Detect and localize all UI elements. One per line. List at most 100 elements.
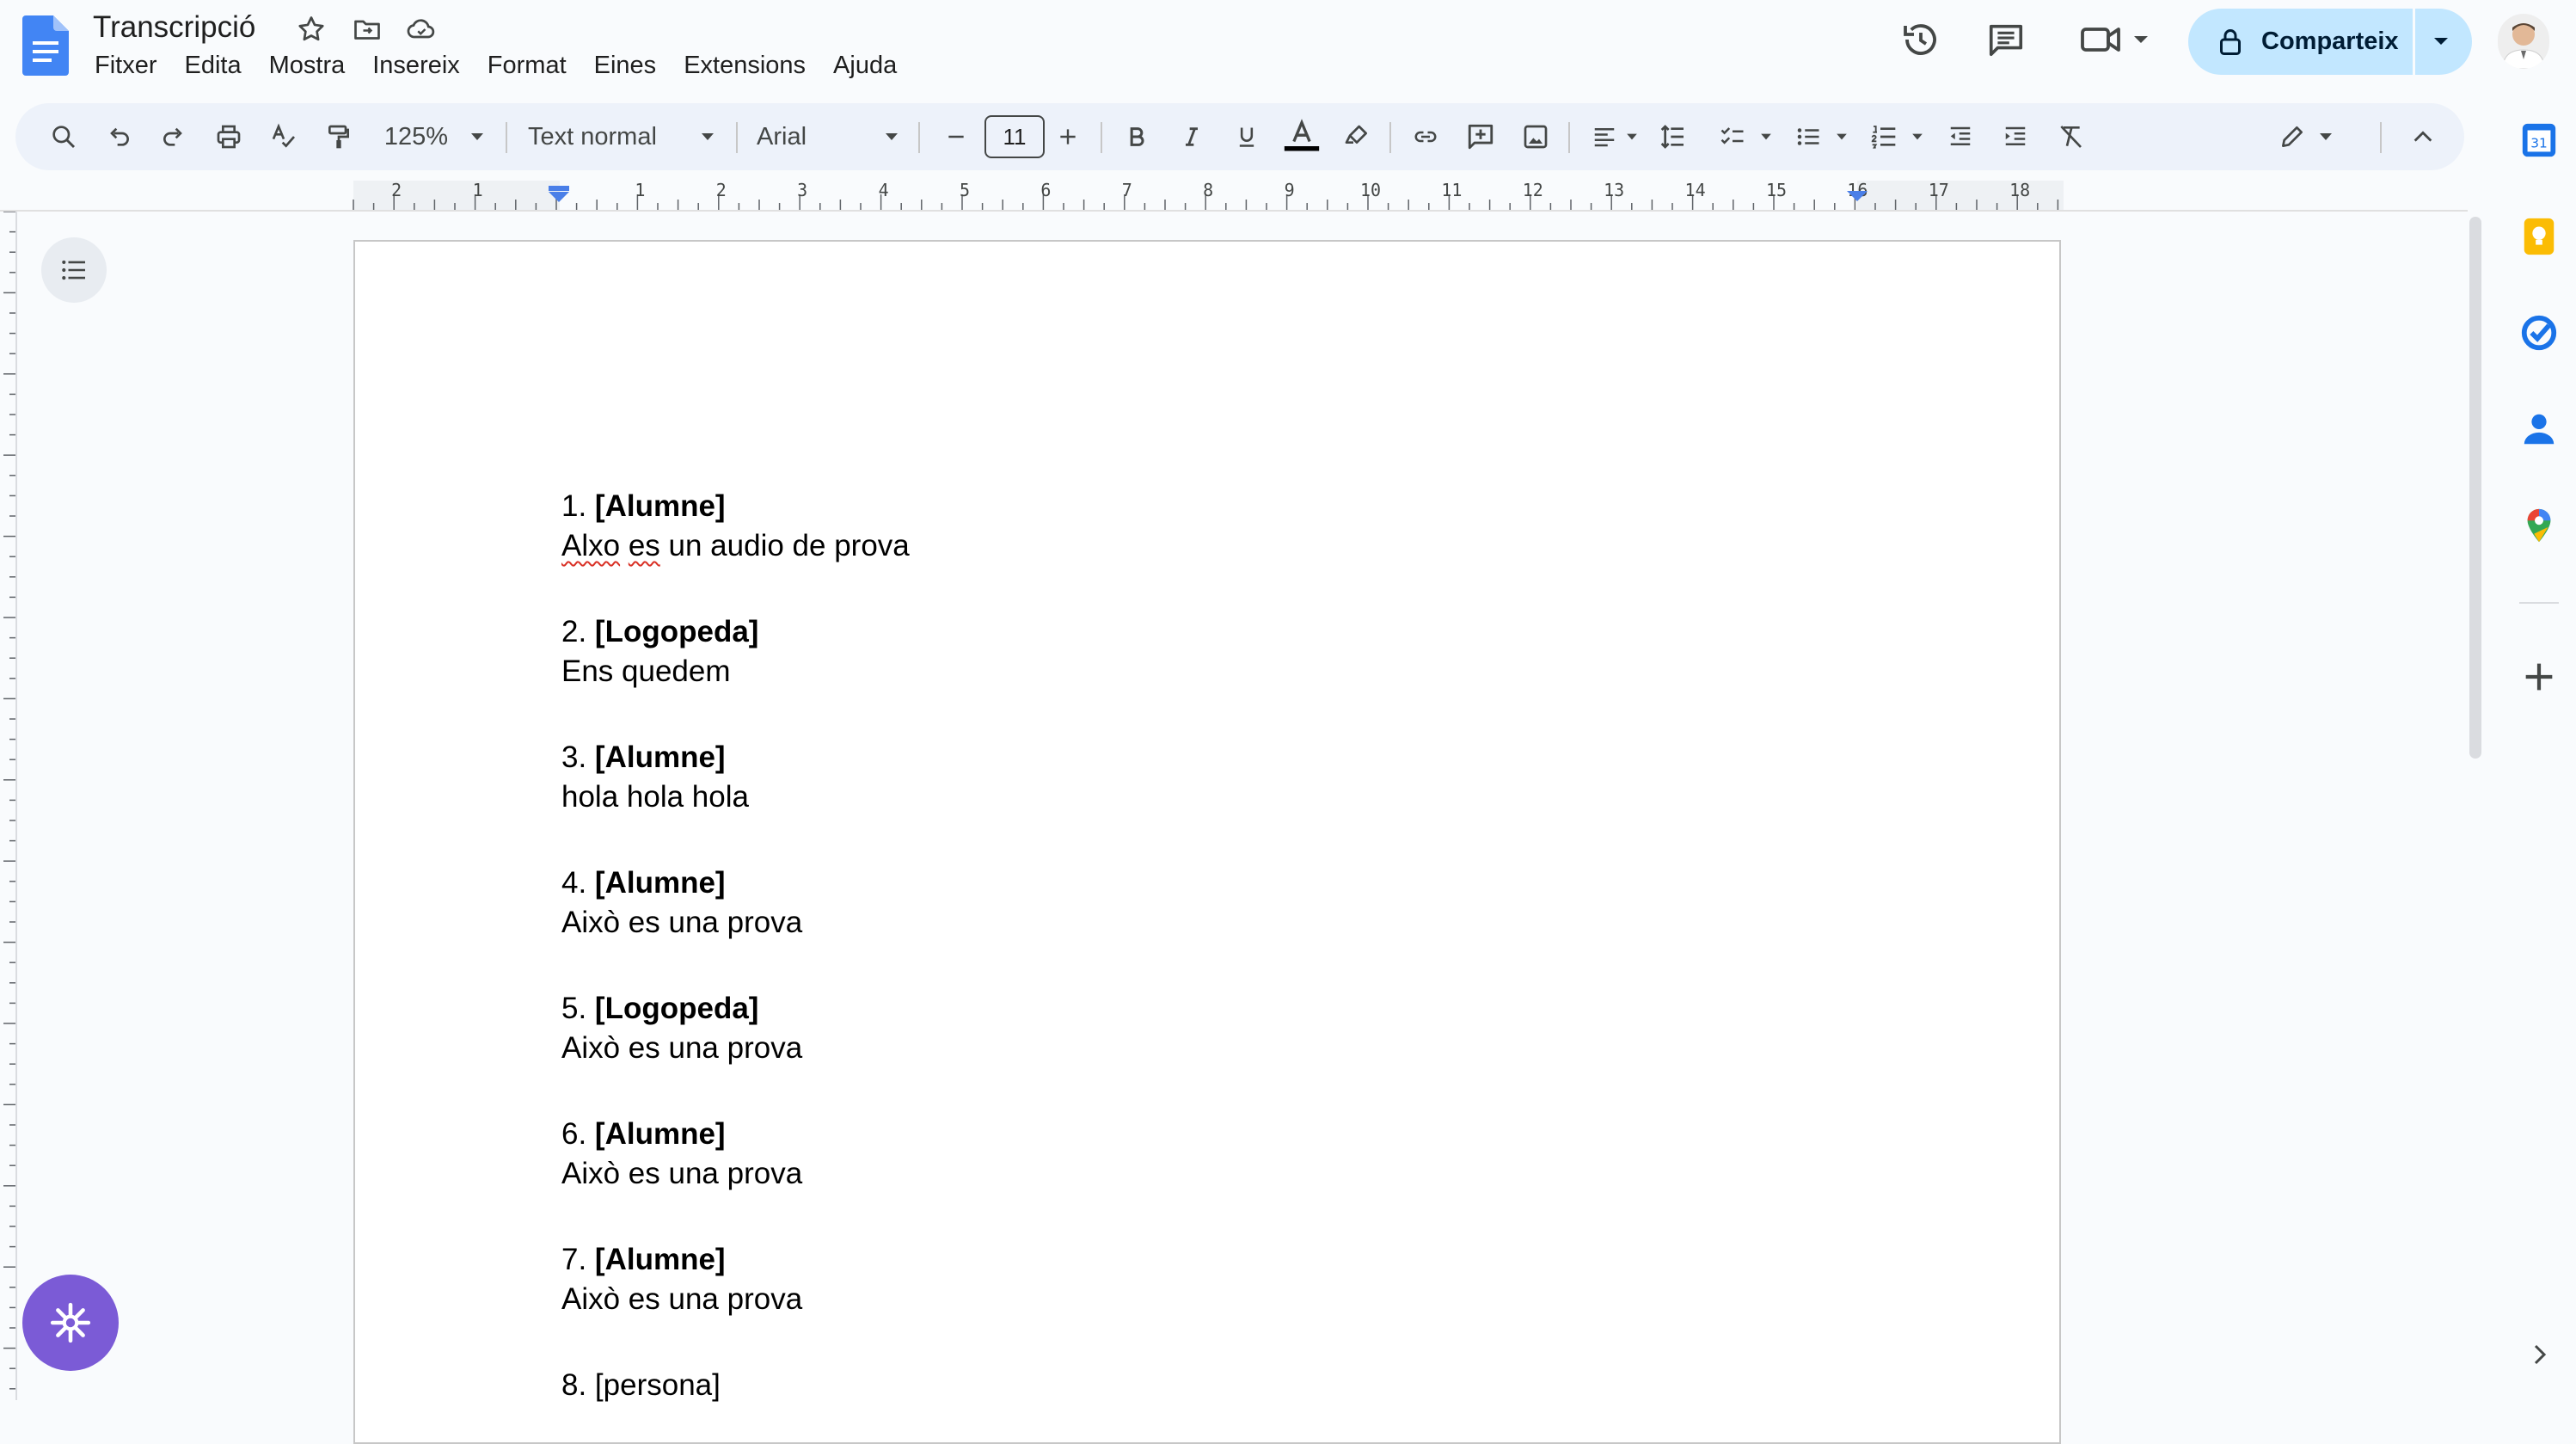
numbered-list-dropdown-icon[interactable] — [1907, 103, 1928, 170]
menu-help[interactable]: Ajuda — [833, 52, 897, 80]
decrease-indent-icon[interactable] — [1936, 103, 1984, 170]
ruler-label: 7 — [1122, 181, 1132, 200]
zoom-value: 125% — [383, 122, 449, 151]
document-page[interactable]: 1. [Alumne] Alxo es un audio de prova 2. [… — [353, 240, 2061, 1444]
text-run: Això es una prova — [561, 1157, 803, 1190]
transcript-entry[interactable]: 3. [Alumne] hola hola hola — [561, 738, 749, 817]
line-spacing-icon[interactable] — [1649, 103, 1697, 170]
transcript-entry[interactable]: 5. [Logopeda] Això es una prova — [561, 989, 802, 1068]
text-run: Ens quedem — [561, 654, 731, 688]
tasks-icon[interactable] — [2519, 313, 2559, 353]
add-comment-icon[interactable] — [1457, 103, 1505, 170]
maps-icon[interactable] — [2519, 506, 2559, 545]
paragraph-style-select[interactable]: Text normal — [528, 103, 691, 170]
hide-menus-chevron-icon[interactable] — [2399, 103, 2447, 170]
horizontal-ruler[interactable]: 2 1 1 2 3 4 5 6 7 8 9 10 11 12 13 14 15 16 17 18 — [0, 181, 2150, 210]
ruler-label: 13 — [1604, 181, 1624, 200]
zoom-select[interactable]: 125% — [373, 103, 459, 170]
menu-file[interactable]: Fitxer — [95, 52, 157, 80]
spellcheck-icon[interactable] — [263, 103, 304, 170]
transcript-entry[interactable]: 4. [Alumne] Això es una prova — [561, 863, 802, 943]
transcript-entry[interactable]: 8. [persona] — [561, 1366, 721, 1405]
document-outline-button[interactable] — [41, 237, 107, 303]
search-menus-icon[interactable] — [43, 103, 84, 170]
move-folder-icon[interactable] — [351, 14, 383, 45]
menu-extensions[interactable]: Extensions — [684, 52, 806, 80]
comments-icon[interactable] — [1986, 19, 2026, 60]
transcript-entry[interactable]: 7. [Alumne] Això es una prova — [561, 1240, 802, 1319]
ruler-label: 9 — [1285, 181, 1295, 200]
text-run: Això es una prova — [561, 1282, 803, 1316]
redo-icon[interactable] — [153, 103, 194, 170]
menu-insert[interactable]: Insereix — [372, 52, 460, 80]
speaker-line: 6. [Alumne] — [561, 1115, 802, 1154]
text-color-icon[interactable] — [1278, 103, 1326, 170]
print-icon[interactable] — [208, 103, 249, 170]
zoom-dropdown-icon[interactable] — [464, 103, 490, 170]
insert-link-icon[interactable] — [1401, 103, 1450, 170]
get-addons-plus-icon[interactable] — [2519, 657, 2559, 697]
contacts-icon[interactable] — [2519, 409, 2559, 449]
menu-edit[interactable]: Edita — [185, 52, 242, 80]
font-select[interactable]: Arial — [757, 103, 877, 170]
assistant-fab-button[interactable] — [22, 1275, 119, 1371]
cloud-saved-icon[interactable] — [404, 14, 439, 45]
avatar[interactable] — [2498, 14, 2549, 69]
list-number: 3. — [561, 740, 595, 774]
share-button[interactable]: Comparteix — [2188, 9, 2472, 75]
transcript-entry[interactable]: 6. [Alumne] Això es una prova — [561, 1115, 802, 1194]
transcript-entry[interactable]: 1. [Alumne] Alxo es un audio de prova — [561, 487, 910, 566]
utterance-text: Ens quedem — [561, 652, 758, 691]
insert-image-icon[interactable] — [1512, 103, 1560, 170]
docs-logo-icon[interactable] — [22, 15, 69, 76]
history-icon[interactable] — [1900, 19, 1941, 60]
meet-icon[interactable] — [2079, 19, 2156, 60]
editing-mode-icon[interactable] — [2268, 103, 2316, 170]
calendar-icon[interactable]: 31 — [2519, 120, 2559, 160]
utterance-text: Alxo es un audio de prova — [561, 526, 910, 566]
bulleted-list-dropdown-icon[interactable] — [1831, 103, 1852, 170]
ruler-label: 3 — [797, 181, 807, 200]
keep-icon[interactable] — [2519, 217, 2559, 256]
font-dropdown-icon[interactable] — [879, 103, 905, 170]
increase-indent-icon[interactable] — [1991, 103, 2039, 170]
toolbar-divider — [918, 122, 920, 153]
vertical-ruler[interactable] — [0, 212, 17, 1400]
style-dropdown-icon[interactable] — [695, 103, 721, 170]
underline-icon[interactable] — [1223, 103, 1271, 170]
list-number: 5. — [561, 992, 595, 1025]
show-side-panel-chevron-icon[interactable] — [2528, 1342, 2552, 1367]
ruler-label: 18 — [2009, 181, 2030, 200]
ruler-label: 10 — [1360, 181, 1381, 200]
italic-icon[interactable] — [1168, 103, 1216, 170]
menu-format[interactable]: Format — [488, 52, 567, 80]
speaker-label: [Logopeda] — [594, 615, 759, 648]
bold-icon[interactable] — [1113, 103, 1161, 170]
svg-text:31: 31 — [2530, 136, 2548, 151]
font-size-input[interactable]: 11 — [984, 115, 1045, 158]
checklist-dropdown-icon[interactable] — [1756, 103, 1776, 170]
decrease-font-size-icon[interactable] — [935, 103, 977, 170]
list-number: 4. — [561, 866, 595, 900]
paint-format-icon[interactable] — [318, 103, 359, 170]
star-icon[interactable] — [296, 14, 327, 45]
numbered-list-icon[interactable] — [1862, 103, 1905, 170]
highlight-color-icon[interactable] — [1333, 103, 1381, 170]
ruler-label: 14 — [1685, 181, 1706, 200]
share-dropdown-icon[interactable] — [2431, 34, 2451, 48]
menu-view[interactable]: Mostra — [269, 52, 346, 80]
transcript-entry[interactable]: 2. [Logopeda] Ens quedem — [561, 612, 758, 691]
document-title[interactable]: Transcripció — [93, 10, 255, 45]
editing-mode-dropdown-icon[interactable] — [2313, 103, 2339, 170]
clear-formatting-icon[interactable] — [2046, 103, 2095, 170]
vertical-scrollbar[interactable] — [2469, 217, 2481, 759]
align-dropdown-icon[interactable] — [1622, 103, 1642, 170]
toolbar-divider — [1101, 122, 1102, 153]
checklist-icon[interactable] — [1711, 103, 1754, 170]
increase-font-size-icon[interactable] — [1047, 103, 1089, 170]
menu-tools[interactable]: Eines — [594, 52, 657, 80]
undo-icon[interactable] — [98, 103, 139, 170]
ruler-label: 2 — [716, 181, 727, 200]
bulleted-list-icon[interactable] — [1787, 103, 1830, 170]
speaker-label: [Alumne] — [594, 489, 726, 523]
